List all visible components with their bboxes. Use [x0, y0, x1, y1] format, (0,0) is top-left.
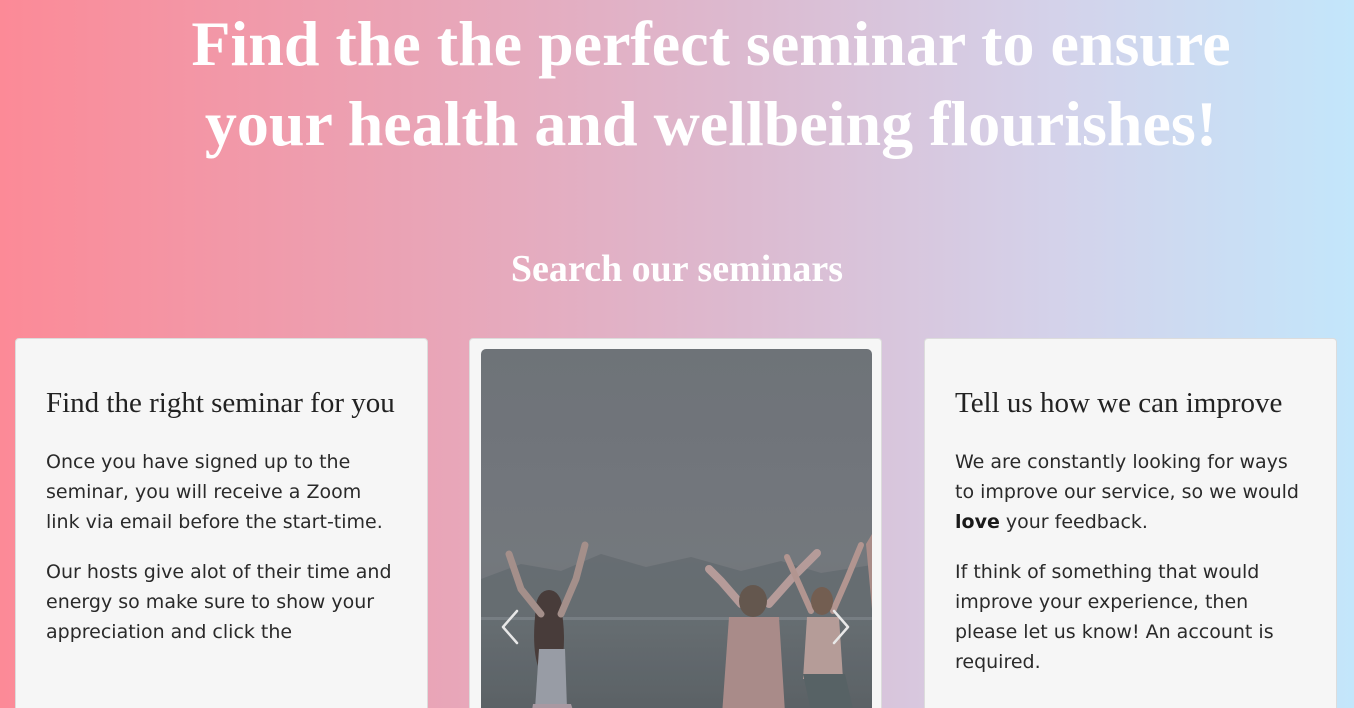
carousel-card: [469, 338, 882, 708]
hero-title-line2: your health and wellbeing flourishes!: [204, 88, 1218, 159]
feedback-paragraph-1: We are constantly looking for ways to im…: [955, 447, 1306, 537]
feedback-card: Tell us how we can improve We are consta…: [924, 338, 1337, 708]
find-seminar-card: Find the right seminar for you Once you …: [15, 338, 428, 708]
carousel-next-button[interactable]: [826, 607, 856, 647]
chevron-right-icon: [832, 609, 850, 645]
carousel-prev-button[interactable]: [495, 607, 525, 647]
yoga-beach-image: [481, 349, 872, 708]
feedback-heading: Tell us how we can improve: [955, 387, 1283, 419]
feedback-p1-after: your feedback.: [999, 511, 1148, 533]
feedback-p1-before: We are constantly looking for ways to im…: [955, 451, 1299, 503]
find-seminar-paragraph-1: Once you have signed up to the seminar, …: [46, 451, 383, 533]
chevron-left-icon: [501, 609, 519, 645]
feedback-paragraph-2: If think of something that would improve…: [955, 561, 1274, 673]
find-seminar-heading: Find the right seminar for you: [46, 387, 395, 419]
search-seminars-title: Search our seminars: [510, 248, 844, 290]
hero-title: Find the the perfect seminar to ensure y…: [0, 4, 1354, 164]
image-carousel[interactable]: [481, 349, 872, 708]
hero-title-line1: Find the the perfect seminar to ensure: [191, 8, 1231, 79]
feedback-p1-bold: love: [955, 511, 1000, 533]
find-seminar-paragraph-2: Our hosts give alot of their time and en…: [46, 561, 392, 643]
